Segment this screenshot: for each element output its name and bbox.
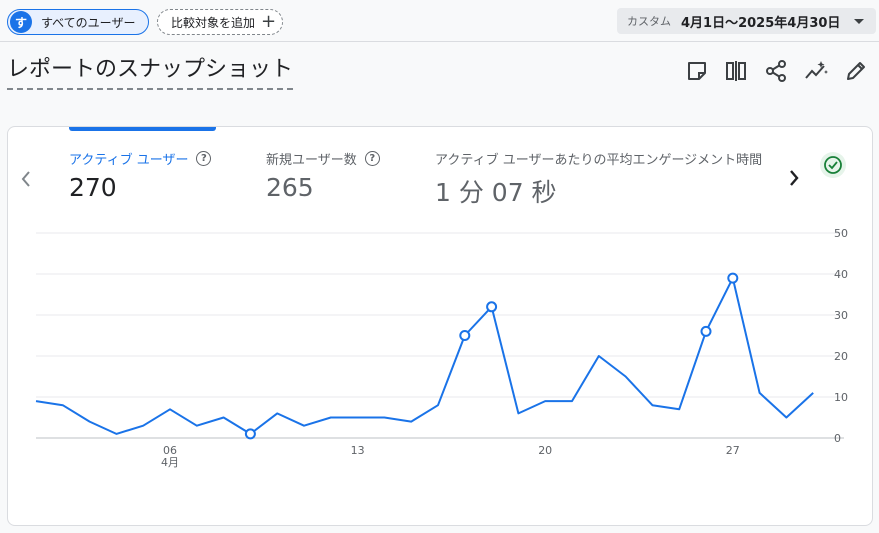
share-icon[interactable] (763, 58, 789, 84)
segment-label: すべてのユーザー (41, 15, 136, 30)
dropdown-arrow-icon (854, 18, 865, 24)
plus-icon: + (261, 11, 277, 32)
add-comparison-button[interactable]: 比較対象を追加 + (157, 9, 283, 35)
data-point (459, 330, 471, 341)
page-title-container[interactable]: レポートのスナップショット (7, 56, 294, 90)
y-tick-label: 20 (834, 350, 848, 363)
insights-icon[interactable] (803, 58, 829, 84)
x-tick-label: 27 (726, 444, 740, 457)
add-comparison-label: 比較対象を追加 (171, 15, 256, 30)
y-tick-label: 30 (834, 309, 848, 322)
snapshot-card: アクティブ ユーザー ? 270 新規ユーザー数 ? 265 アクティブ ユーザ… (7, 126, 873, 526)
data-point (700, 325, 712, 337)
note-icon[interactable] (684, 58, 710, 84)
top-bar: す すべてのユーザー 比較対象を追加 + カスタム 4月1日～2025年4月30… (0, 0, 879, 42)
y-tick-label: 0 (834, 432, 841, 445)
edit-icon[interactable] (843, 58, 869, 84)
data-point (486, 301, 498, 313)
y-tick-label: 50 (834, 227, 848, 240)
y-tick-label: 40 (834, 268, 848, 281)
segment-chip[interactable]: す すべてのユーザー (7, 9, 149, 35)
compare-columns-icon[interactable] (723, 58, 749, 84)
data-point (244, 428, 256, 440)
date-range-picker[interactable]: カスタム 4月1日～2025年4月30日 (617, 8, 876, 34)
date-range-value: 4月1日～2025年4月30日 (681, 15, 841, 31)
x-tick-label: 13 (351, 444, 365, 457)
segment-avatar: す (10, 11, 32, 33)
y-tick-label: 10 (834, 391, 848, 404)
page-title: レポートのスナップショット (7, 57, 294, 82)
data-point (727, 272, 739, 284)
line-chart: 01020304050064月13 20 27 (35, 227, 848, 469)
x-tick-label: 20 (538, 444, 552, 457)
date-range-tag: カスタム (627, 15, 671, 28)
x-tick-sublabel: 4月 (161, 456, 179, 469)
